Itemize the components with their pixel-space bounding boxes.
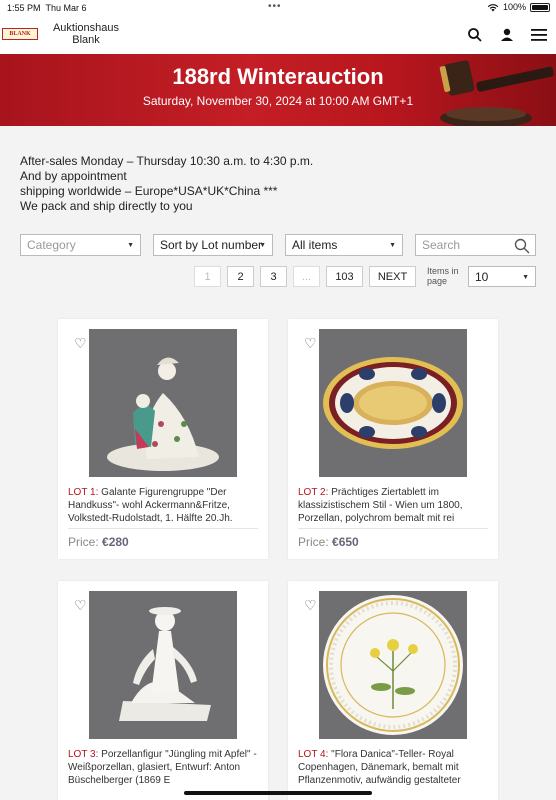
sort-select-label: Sort by Lot number xyxy=(160,238,263,252)
category-select[interactable]: Category ▼ xyxy=(20,234,141,256)
status-right: 100% xyxy=(487,2,550,12)
notice-line: shipping worldwide – Europe*USA*UK*China… xyxy=(20,184,278,198)
divider xyxy=(68,528,258,529)
lot-number[interactable]: LOT 2: xyxy=(298,487,328,498)
auction-title: 188rd Winterauction xyxy=(172,64,384,89)
lot-image[interactable] xyxy=(89,591,237,739)
caret-down-icon: ▼ xyxy=(259,242,266,249)
page-button-2[interactable]: 2 xyxy=(227,266,254,287)
auction-banner: 188rd Winterauction Saturday, November 3… xyxy=(0,54,556,126)
lot-card[interactable]: ♡ LOT 3: Porzellanfigur "Jüngling mit Ap… xyxy=(58,581,268,800)
lot-image[interactable] xyxy=(319,329,467,477)
lot-price: Price: €650 xyxy=(298,535,359,549)
favorite-heart-icon[interactable]: ♡ xyxy=(74,597,87,614)
aftersales-notice: After-sales Monday – Thursday 10:30 a.m.… xyxy=(20,154,313,214)
lot-description: LOT 1: Galante Figurengruppe "Der Handku… xyxy=(68,486,260,526)
account-icon[interactable] xyxy=(498,26,516,44)
site-header: BLANK Auktionshaus Blank xyxy=(0,16,556,54)
items-in-page-label: Items in page xyxy=(427,266,459,286)
lot-number[interactable]: LOT 3: xyxy=(68,749,98,760)
lot-description: LOT 3: Porzellanfigur "Jüngling mit Apfe… xyxy=(68,748,260,788)
items-per-page-value: 10 xyxy=(475,269,489,284)
wifi-icon xyxy=(487,3,499,11)
page-button-3[interactable]: 3 xyxy=(260,266,287,287)
items-per-page-select[interactable]: 10 ▼ xyxy=(468,266,536,287)
menu-icon[interactable] xyxy=(530,26,548,44)
page-ellipsis: ... xyxy=(293,266,320,287)
lot-number[interactable]: LOT 4: xyxy=(298,749,328,760)
favorite-heart-icon[interactable]: ♡ xyxy=(304,335,317,352)
lot-image[interactable] xyxy=(319,591,467,739)
items-filter-select[interactable]: All items ▼ xyxy=(285,234,403,256)
next-page-button[interactable]: NEXT xyxy=(369,266,416,287)
site-logo[interactable]: BLANK xyxy=(2,28,38,40)
auction-date: Saturday, November 30, 2024 at 10:00 AM … xyxy=(142,94,414,108)
lot-price: Price: €280 xyxy=(68,535,129,549)
battery-icon xyxy=(530,2,550,12)
home-indicator[interactable] xyxy=(184,791,372,795)
caret-down-icon: ▼ xyxy=(389,242,396,249)
lot-description: LOT 4: "Flora Danica"-Teller- Royal Cope… xyxy=(298,748,490,788)
favorite-heart-icon[interactable]: ♡ xyxy=(304,597,317,614)
search-icon[interactable] xyxy=(466,26,484,44)
sort-select[interactable]: Sort by Lot number ▼ xyxy=(153,234,273,256)
notice-line: And by appointment xyxy=(20,169,127,183)
search-input[interactable]: Search xyxy=(415,234,536,256)
status-bar: 1:55 PM Thu Mar 6 ••• 100% xyxy=(0,0,556,16)
search-placeholder: Search xyxy=(422,238,461,252)
caret-down-icon: ▼ xyxy=(127,242,134,249)
battery-percent: 100% xyxy=(502,2,526,12)
page-button-last[interactable]: 103 xyxy=(326,266,363,287)
divider xyxy=(298,528,488,529)
page-button-1[interactable]: 1 xyxy=(194,266,221,287)
notice-line: After-sales Monday – Thursday 10:30 a.m.… xyxy=(20,154,314,168)
notice-line: We pack and ship directly to you xyxy=(20,199,193,213)
category-select-label: Category xyxy=(27,238,76,252)
lot-card[interactable]: ♡ LOT 1: Galante Figurengruppe "Der Hand… xyxy=(58,319,268,559)
lot-number[interactable]: LOT 1: xyxy=(68,487,98,498)
status-time: 1:55 PM Thu Mar 6 xyxy=(7,3,87,13)
lot-description: LOT 2: Prächtiges Ziertablett im klassiz… xyxy=(298,486,490,526)
caret-down-icon: ▼ xyxy=(522,274,529,281)
lot-card[interactable]: ♡ LOT 2: Prächtiges Ziertablett im klass… xyxy=(288,319,498,559)
pagination: 1 2 3 ... 103 NEXT xyxy=(194,266,416,287)
items-filter-label: All items xyxy=(292,238,338,252)
lot-card[interactable]: ♡ LOT 4: "Flora Danica"-Teller- Royal Co… xyxy=(288,581,498,800)
search-icon[interactable] xyxy=(513,237,531,255)
multitasking-dots-icon[interactable]: ••• xyxy=(268,1,282,12)
brand-name[interactable]: Auktionshaus Blank xyxy=(48,22,124,46)
lot-image[interactable] xyxy=(89,329,237,477)
favorite-heart-icon[interactable]: ♡ xyxy=(74,335,87,352)
